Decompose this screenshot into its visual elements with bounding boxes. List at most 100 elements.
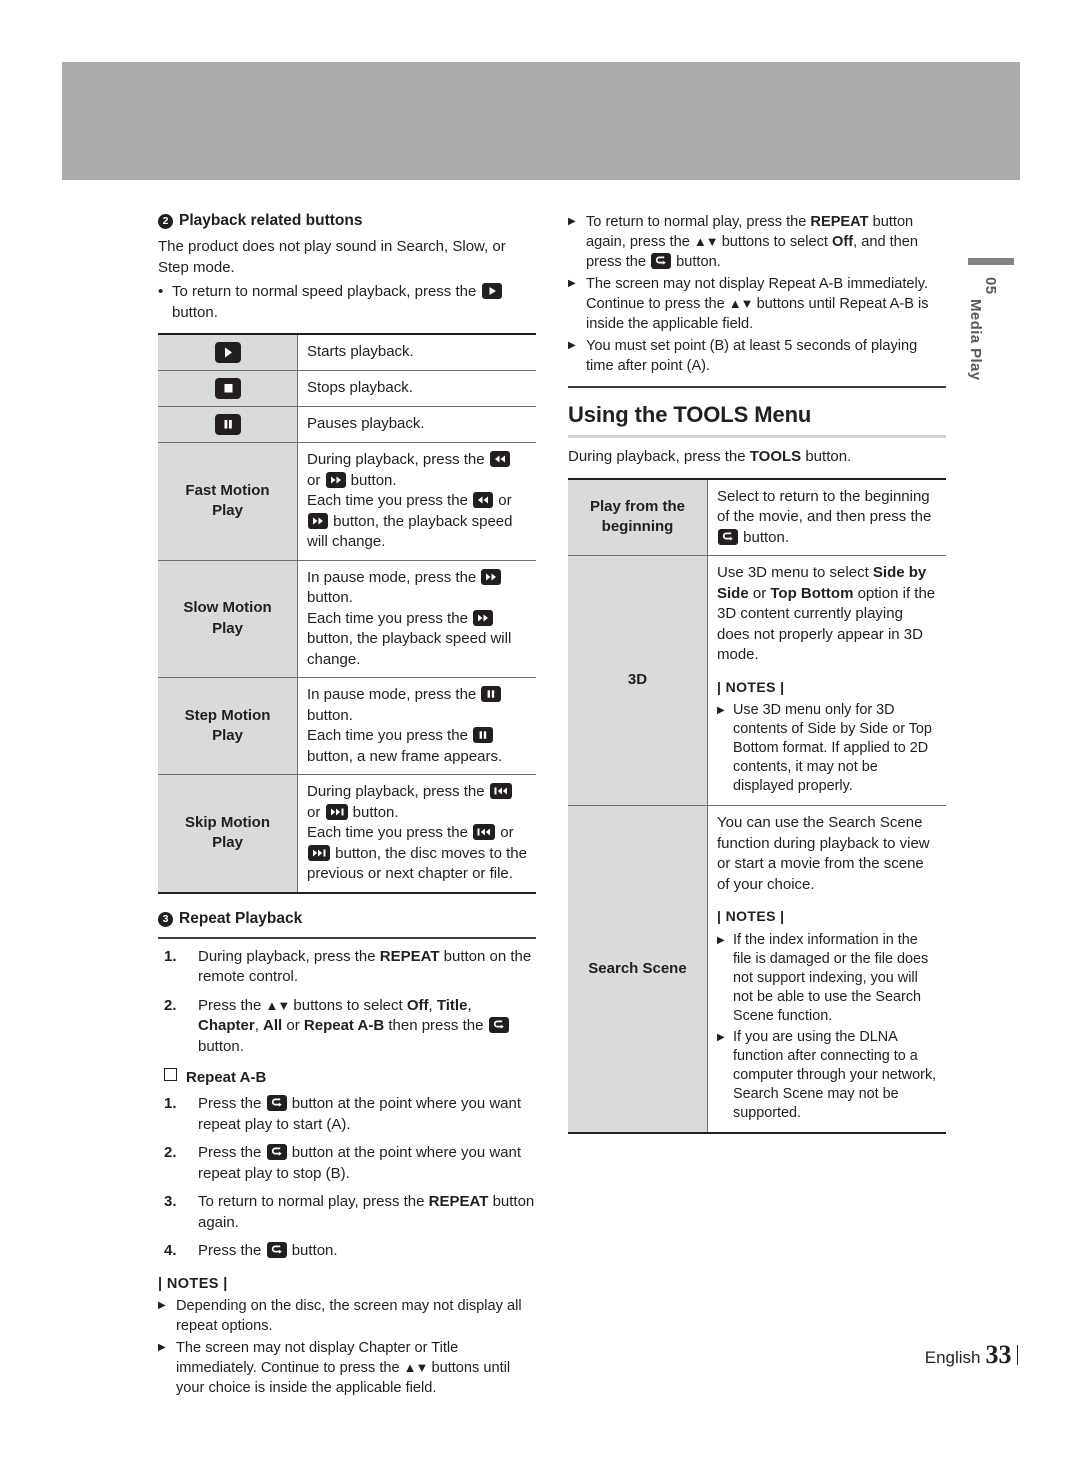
chapter-name: Media Play [967, 299, 984, 381]
triangle-bullet-icon: ▶ [717, 1031, 725, 1043]
section-heading-playback-buttons: 2 Playback related buttons [158, 212, 536, 230]
list-item: 2. Press the button at the point where y… [158, 1143, 536, 1184]
step-body: Press the button at the point where you … [198, 1095, 522, 1133]
note-item: ▶ If the index information in the file i… [717, 931, 937, 1026]
note-text: The screen may not display Repeat A-B im… [586, 276, 929, 332]
step-number: 3. [164, 1193, 177, 1210]
note-text: If you are using the DLNA function after… [733, 1028, 937, 1121]
desc-cell-step-motion-play: In pause mode, press the button. Each ti… [297, 677, 536, 775]
key-cell-3d: 3D [568, 555, 708, 806]
step-number: 4. [164, 1242, 177, 1259]
normal-speed-bullet: • To return to normal speed playback, pr… [158, 282, 536, 323]
step-number: 2. [164, 1144, 177, 1161]
section-heading-repeat-playback: 3 Repeat Playback [158, 910, 536, 928]
enter-icon [488, 1017, 509, 1033]
note-text: You must set point (B) at least 5 second… [586, 338, 918, 374]
pause-icon [214, 414, 241, 435]
section-divider [568, 386, 946, 388]
skip-forward-icon [325, 803, 348, 820]
pause-icon [481, 686, 502, 702]
key-cell-play [158, 333, 298, 371]
table-row: Search Scene You can use the Search Scen… [568, 805, 946, 1134]
page-title: Using the TOOLS Menu [568, 402, 812, 427]
skip-back-icon [489, 783, 512, 799]
note-text: To return to normal play, press the REPE… [586, 214, 919, 270]
triangle-bullet-icon: ▶ [568, 278, 576, 289]
key-cell-fast-motion-play: Fast Motion Play [158, 442, 298, 561]
triangle-bullet-icon: ▶ [717, 705, 725, 716]
playback-buttons-table: Starts playback. Stops playback. Pauses … [158, 333, 536, 894]
list-item: 1. During playback, press the REPEAT but… [158, 947, 536, 988]
step-body: Press the button at the point where you … [198, 1144, 522, 1182]
key-cell-play-from-beginning: Play from the beginning [568, 477, 708, 556]
note-item: ▶ If you are using the DLNA function aft… [717, 1028, 937, 1123]
desc-cell-play-from-beginning: Select to return to the beginning of the… [707, 477, 946, 556]
enter-icon [266, 1095, 287, 1111]
section-heading-label: Playback related buttons [179, 212, 363, 229]
desc-cell-skip-motion-play: During playback, press the or button. Ea… [297, 774, 536, 894]
footer-page-number: 33 [985, 1340, 1012, 1369]
triangle-bullet-icon: ▶ [158, 1299, 166, 1311]
notes-heading: | NOTES | [717, 908, 785, 924]
step-body: Press the ▲▼ buttons to select Off, Titl… [198, 996, 536, 1058]
stop-icon [214, 378, 241, 399]
step-number: 2. [164, 996, 177, 1014]
subsection-heading-repeat-ab: Repeat A-B [164, 1068, 536, 1086]
section-rule [158, 936, 536, 939]
triangle-bullet-icon: ▶ [568, 216, 576, 227]
right-column: ▶ To return to normal play, press the RE… [568, 212, 946, 1134]
pause-icon [473, 727, 494, 743]
title-underline [568, 435, 946, 438]
note-text: Depending on the disc, the screen may no… [176, 1297, 522, 1334]
rewind-icon [489, 451, 510, 467]
list-item: 2. Press the ▲▼ buttons to select Off, T… [158, 996, 536, 1058]
triangle-bullet-icon: ▶ [717, 934, 725, 946]
desc-cell-pause: Pauses playback. [297, 406, 536, 443]
note-text: The screen may not display Chapter or Ti… [176, 1339, 511, 1396]
normal-speed-text-post: button. [172, 303, 218, 321]
play-icon [481, 283, 502, 299]
desc-cell-search-scene: You can use the Search Scene function du… [707, 805, 946, 1134]
forward-icon [481, 568, 502, 585]
table-row: Starts playback. [158, 333, 536, 371]
enter-icon [651, 253, 672, 269]
repeat-ab-steps: 1. Press the button at the point where y… [158, 1094, 536, 1262]
left-column: 2 Playback related buttons The product d… [158, 212, 536, 1400]
note-item: ▶ The screen may not display Repeat A-B … [568, 274, 946, 334]
list-item: 3. To return to normal play, press the R… [158, 1192, 536, 1233]
desc-cell-play: Starts playback. [297, 333, 536, 371]
list-item: 4. Press the button. [158, 1241, 536, 1262]
step-number: 1. [164, 947, 177, 965]
enter-icon [266, 1144, 287, 1160]
list-item: 1. Press the button at the point where y… [158, 1094, 536, 1135]
table-row: Pauses playback. [158, 406, 536, 443]
bullet-dot: • [158, 283, 164, 300]
playback-intro-text: The product does not play sound in Searc… [158, 238, 506, 276]
enter-icon [266, 1242, 287, 1258]
key-cell-pause [158, 406, 298, 443]
key-cell-step-motion-play: Step Motion Play [158, 677, 298, 775]
desc-cell-stop: Stops playback. [297, 370, 536, 407]
key-cell-slow-motion-play: Slow Motion Play [158, 559, 298, 678]
note-text: Use 3D menu only for 3D contents of Side… [733, 702, 932, 794]
table-row: Slow Motion Play In pause mode, press the… [158, 559, 536, 678]
step-number: 1. [164, 1095, 177, 1112]
normal-speed-text-pre: To return to normal speed playback, pres… [172, 283, 477, 300]
note-item: ▶ To return to normal play, press the RE… [568, 212, 946, 272]
forward-icon [325, 471, 346, 488]
key-cell-search-scene: Search Scene [568, 805, 708, 1134]
table-row: Play from the beginning Select to return … [568, 477, 946, 556]
step-body: During playback, press the REPEAT button… [198, 947, 532, 986]
header-banner-graphic [62, 62, 1020, 180]
repeat-playback-steps: 1. During playback, press the REPEAT but… [158, 947, 536, 1058]
triangle-bullet-icon: ▶ [158, 1341, 166, 1353]
search-scene-desc: You can use the Search Scene function du… [717, 814, 930, 893]
square-bullet-icon [164, 1068, 177, 1081]
note-item: ▶ You must set point (B) at least 5 seco… [568, 336, 946, 376]
enter-icon [718, 528, 738, 545]
notes-heading: | NOTES | [717, 678, 785, 695]
chapter-number: 05 [982, 277, 999, 295]
desc-cell-slow-motion-play: In pause mode, press the button. Each ti… [297, 559, 536, 678]
skip-forward-icon [308, 844, 330, 861]
key-cell-skip-motion-play: Skip Motion Play [158, 774, 298, 894]
